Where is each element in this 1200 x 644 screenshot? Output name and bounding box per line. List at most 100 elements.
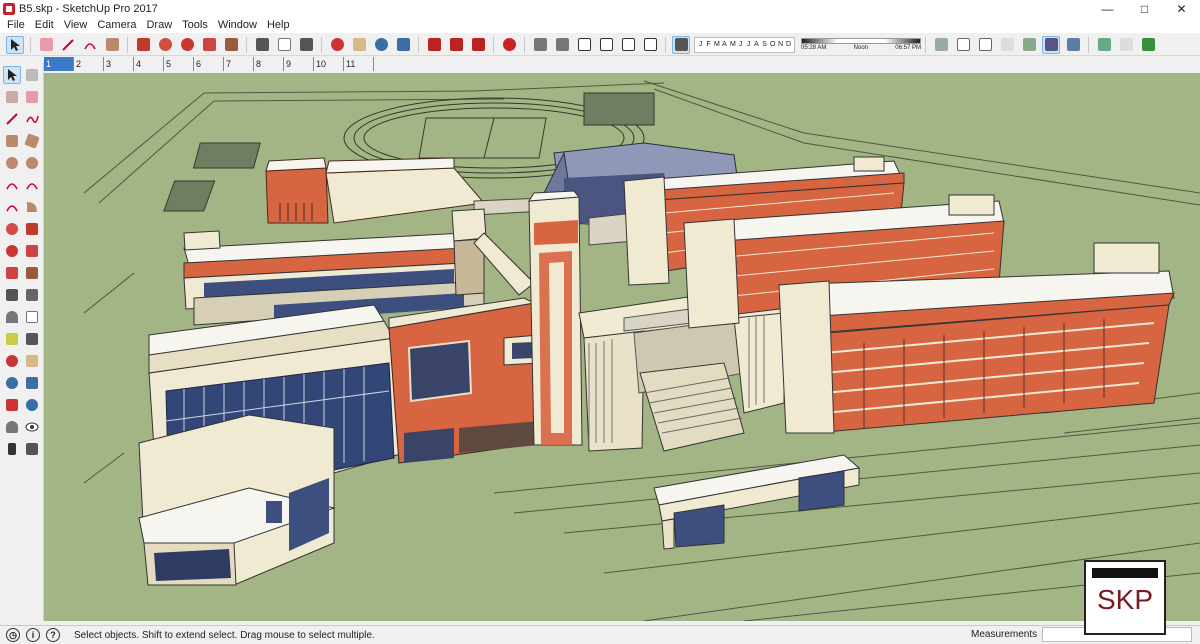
- scene-tab-10[interactable]: 10: [314, 57, 344, 71]
- menu-window[interactable]: Window: [213, 18, 262, 33]
- components-button[interactable]: [447, 36, 465, 54]
- menu-camera[interactable]: Camera: [92, 18, 141, 33]
- monochrome-style-button[interactable]: [1064, 36, 1082, 54]
- orbit-tool-button[interactable]: [328, 36, 346, 54]
- pan-tool-button[interactable]: [23, 352, 41, 370]
- left-view-button[interactable]: [641, 36, 659, 54]
- minimize-button[interactable]: —: [1089, 0, 1126, 18]
- move-tool-button[interactable]: [3, 220, 21, 238]
- menu-view[interactable]: View: [59, 18, 93, 33]
- zoom-tool-button[interactable]: [372, 36, 390, 54]
- rotate-tool-button[interactable]: [3, 242, 21, 260]
- time-slider-track[interactable]: [801, 38, 921, 44]
- move-tool-button[interactable]: [156, 36, 174, 54]
- hidden-line-style-button[interactable]: [998, 36, 1016, 54]
- zoom-extents-tool-button[interactable]: [3, 396, 21, 414]
- extension-manager-button[interactable]: [500, 36, 518, 54]
- shadow-time-slider[interactable]: 05:28 AM Noon 06:57 PM: [801, 36, 921, 54]
- follow-me-tool-button[interactable]: [23, 242, 41, 260]
- freehand-tool-button[interactable]: [23, 110, 41, 128]
- orbit-tool-button[interactable]: [3, 352, 21, 370]
- rectangle-tool-button[interactable]: [3, 132, 21, 150]
- extension-warehouse-button[interactable]: [469, 36, 487, 54]
- shaded-textures-style-button[interactable]: [1042, 35, 1060, 54]
- scene-tab-1[interactable]: 1: [44, 57, 74, 71]
- dimension-tool-button[interactable]: [23, 286, 41, 304]
- scene-tab-11[interactable]: 11: [344, 57, 374, 71]
- line-tool-button[interactable]: [59, 36, 77, 54]
- look-around-tool-button[interactable]: [23, 418, 41, 436]
- scale-tool-button[interactable]: [200, 36, 218, 54]
- select-tool-button[interactable]: [6, 35, 24, 54]
- xray-style-button[interactable]: [932, 36, 950, 54]
- eraser-tool-button[interactable]: [37, 36, 55, 54]
- pan-tool-button[interactable]: [350, 36, 368, 54]
- menu-file[interactable]: File: [2, 18, 30, 33]
- menu-tools[interactable]: Tools: [177, 18, 213, 33]
- model-viewport[interactable]: [44, 73, 1200, 621]
- position-camera-tool-button[interactable]: [3, 418, 21, 436]
- maximize-button[interactable]: □: [1126, 0, 1163, 18]
- wireframe-style-button[interactable]: [976, 36, 994, 54]
- arc-tool-button[interactable]: [3, 176, 21, 194]
- shadow-month-selector[interactable]: J F M A M J J A S O N D: [694, 36, 795, 53]
- help-icon[interactable]: ?: [46, 628, 60, 642]
- make-component-button[interactable]: [23, 66, 41, 84]
- scene-tab-7[interactable]: 7: [224, 57, 254, 71]
- scene-tab-3[interactable]: 3: [104, 57, 134, 71]
- scene-tab-4[interactable]: 4: [134, 57, 164, 71]
- back-edges-style-button[interactable]: [954, 36, 972, 54]
- 3d-text-tool-button[interactable]: [23, 330, 41, 348]
- shaded-style-button[interactable]: [1020, 36, 1038, 54]
- menu-draw[interactable]: Draw: [141, 18, 177, 33]
- menu-edit[interactable]: Edit: [30, 18, 59, 33]
- front-view-button[interactable]: [575, 36, 593, 54]
- scene-tab-8[interactable]: 8: [254, 57, 284, 71]
- text-tool-button[interactable]: [23, 308, 41, 326]
- tape-measure-tool-button[interactable]: [3, 286, 21, 304]
- scene-tab-2[interactable]: 2: [74, 57, 104, 71]
- tape-measure-tool-button[interactable]: [253, 36, 271, 54]
- paint-bucket-tool-button[interactable]: [3, 88, 21, 106]
- two-point-arc-tool-button[interactable]: [23, 176, 41, 194]
- previous-view-button[interactable]: [23, 396, 41, 414]
- section-tool-button[interactable]: [1117, 36, 1135, 54]
- zoom-tool-button[interactable]: [3, 374, 21, 392]
- iso-view-button[interactable]: [531, 36, 549, 54]
- line-tool-button[interactable]: [3, 110, 21, 128]
- walk-tool-button[interactable]: [1139, 36, 1157, 54]
- sandbox-tool-button[interactable]: [1095, 36, 1113, 54]
- select-tool-button[interactable]: [3, 66, 21, 84]
- offset-tool-button[interactable]: [23, 264, 41, 282]
- close-button[interactable]: ✕: [1163, 0, 1200, 18]
- paint-bucket-tool-button[interactable]: [297, 36, 315, 54]
- polygon-tool-button[interactable]: [23, 154, 41, 172]
- zoom-extents-tool-button[interactable]: [394, 36, 412, 54]
- credits-icon[interactable]: i: [26, 628, 40, 642]
- arc-tool-button[interactable]: [81, 36, 99, 54]
- section-plane-tool-button[interactable]: [23, 440, 41, 458]
- zoom-window-tool-button[interactable]: [23, 374, 41, 392]
- back-view-button[interactable]: [619, 36, 637, 54]
- scene-tab-6[interactable]: 6: [194, 57, 224, 71]
- pie-tool-button[interactable]: [23, 198, 41, 216]
- top-view-button[interactable]: [553, 36, 571, 54]
- rotated-rectangle-tool-button[interactable]: [23, 132, 41, 150]
- scene-tab-5[interactable]: 5: [164, 57, 194, 71]
- geo-location-icon[interactable]: ◷: [6, 628, 20, 642]
- display-shadows-button[interactable]: [672, 35, 690, 54]
- axes-tool-button[interactable]: [3, 330, 21, 348]
- offset-tool-button[interactable]: [222, 36, 240, 54]
- scene-tab-9[interactable]: 9: [284, 57, 314, 71]
- walk-tool-button[interactable]: [3, 440, 21, 458]
- rotate-tool-button[interactable]: [178, 36, 196, 54]
- three-point-arc-tool-button[interactable]: [3, 198, 21, 216]
- push-pull-tool-button[interactable]: [23, 220, 41, 238]
- eraser-tool-button[interactable]: [23, 88, 41, 106]
- protractor-tool-button[interactable]: [3, 308, 21, 326]
- menu-help[interactable]: Help: [262, 18, 295, 33]
- right-view-button[interactable]: [597, 36, 615, 54]
- 3d-warehouse-button[interactable]: [425, 36, 443, 54]
- circle-tool-button[interactable]: [3, 154, 21, 172]
- text-tool-button[interactable]: [275, 36, 293, 54]
